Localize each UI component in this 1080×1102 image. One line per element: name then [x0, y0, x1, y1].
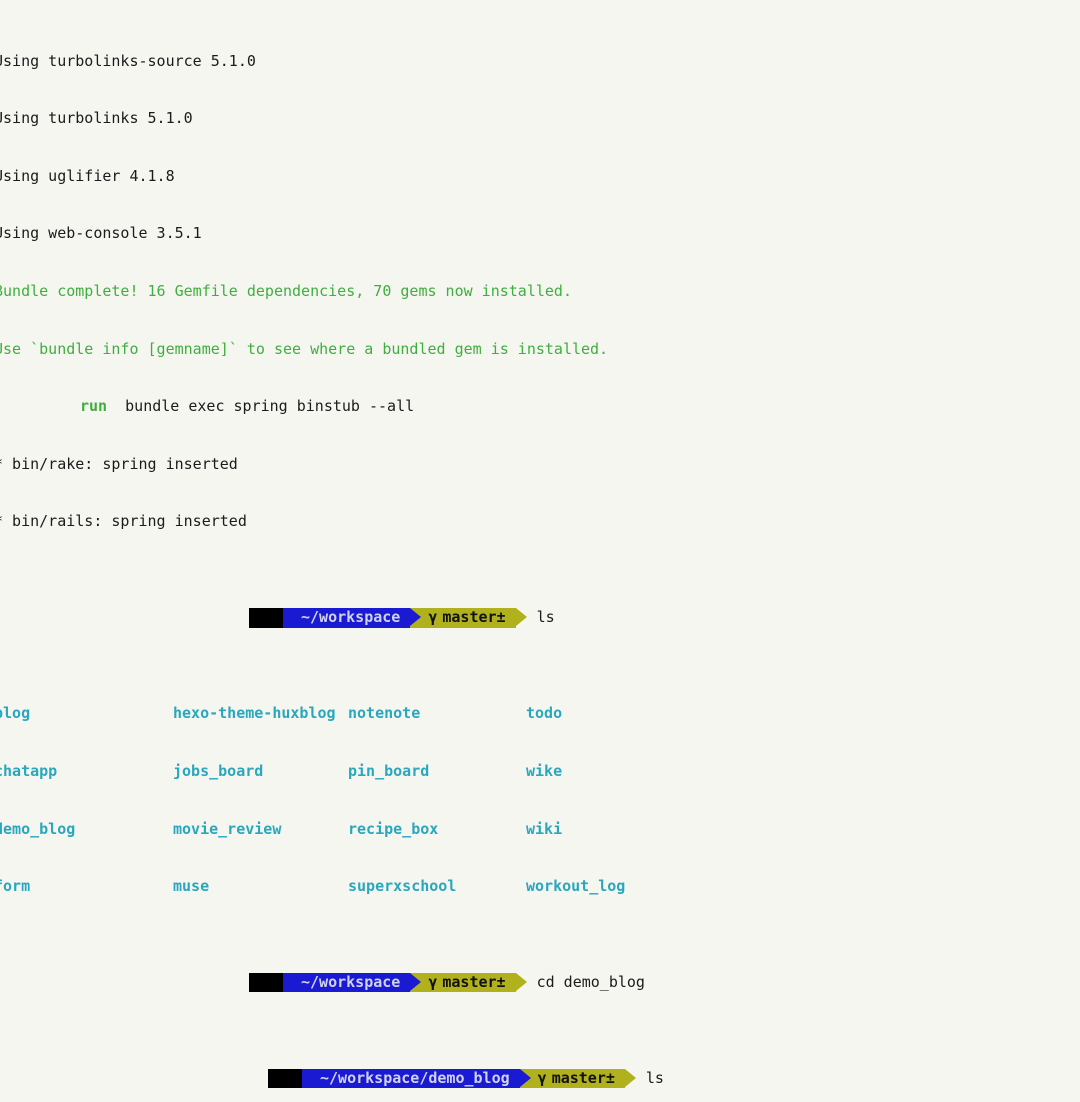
- prompt-path-segment: ~/workspace: [283, 973, 422, 993]
- prompt-git-branch: master±: [442, 608, 506, 627]
- dir-entry[interactable]: muse: [173, 877, 348, 896]
- ls-row: demo_blog movie_review recipe_box wiki: [0, 820, 1080, 839]
- dir-entry[interactable]: todo: [526, 704, 706, 723]
- dir-entry[interactable]: hexo-theme-huxblog: [173, 704, 348, 723]
- prompt-git-branch: master±: [551, 1069, 615, 1088]
- prompt-left-gap: [0, 608, 249, 627]
- prompt-line-3[interactable]: ~/workspace/demo_blog γ master± ls: [0, 1069, 1080, 1089]
- output-line-uglifier: Using uglifier 4.1.8: [0, 166, 175, 185]
- prompt-left-gap: [0, 973, 249, 992]
- prompt-line-1[interactable]: ~/workspace γ master± ls: [0, 608, 1080, 628]
- prompt-path-segment: ~/workspace/demo_blog: [302, 1069, 531, 1089]
- git-branch-icon: γ: [428, 608, 438, 627]
- dir-entry[interactable]: wike: [526, 762, 706, 781]
- output-line-turbolinks-source: Using turbolinks-source 5.1.0: [0, 51, 256, 70]
- output-line-bundle-info: Use `bundle info [gemname]` to see where…: [0, 339, 609, 358]
- dir-entry[interactable]: blog: [0, 704, 173, 723]
- output-line-bundle-complete: Bundle complete! 16 Gemfile dependencies…: [0, 281, 572, 300]
- dir-entry[interactable]: form: [0, 877, 173, 896]
- output-line-bin-rake: * bin/rake: spring inserted: [0, 454, 238, 473]
- dir-entry[interactable]: chatapp: [0, 762, 173, 781]
- output-line-run-binstub: run bundle exec spring binstub --all: [0, 397, 1080, 416]
- prompt-git-segment: γ master±: [519, 1069, 637, 1089]
- prompt-git-segment: γ master±: [410, 973, 527, 993]
- dir-entry[interactable]: jobs_board: [173, 762, 348, 781]
- prompt-status-segment: [249, 973, 294, 993]
- output-line-turbolinks: Using turbolinks 5.1.0: [0, 109, 193, 128]
- prompt-left-gap: [0, 1069, 268, 1088]
- git-branch-icon: γ: [428, 973, 438, 992]
- dir-entry[interactable]: movie_review: [173, 820, 348, 839]
- run-command-text: bundle exec spring binstub --all: [125, 397, 415, 416]
- prompt-status-segment: [249, 608, 294, 628]
- run-command: [107, 397, 125, 415]
- ls-row: blog hexo-theme-huxblog notenote todo: [0, 704, 1080, 723]
- output-line-bin-rails: * bin/rails: spring inserted: [0, 512, 247, 531]
- run-label: run: [80, 397, 108, 416]
- prompt-line-2[interactable]: ~/workspace γ master± cd demo_blog: [0, 973, 1080, 993]
- output-line-web-console: Using web-console 3.5.1: [0, 224, 202, 243]
- ls-row: chatapp jobs_board pin_board wike: [0, 762, 1080, 781]
- dir-entry[interactable]: pin_board: [348, 762, 526, 781]
- git-branch-icon: γ: [537, 1069, 547, 1088]
- dir-entry[interactable]: workout_log: [526, 877, 706, 896]
- ls-row: form muse superxschool workout_log: [0, 877, 1080, 896]
- prompt-status-segment: [268, 1069, 313, 1089]
- prompt-command[interactable]: cd demo_blog: [516, 973, 645, 992]
- dir-entry[interactable]: demo_blog: [0, 820, 173, 839]
- prompt-path-segment: ~/workspace: [283, 608, 422, 628]
- terminal-output[interactable]: Using turbolinks-source 5.1.0 Using turb…: [0, 0, 1080, 1102]
- dir-entry[interactable]: wiki: [526, 820, 706, 839]
- dir-entry[interactable]: recipe_box: [348, 820, 526, 839]
- prompt-git-branch: master±: [442, 973, 506, 992]
- prompt-git-segment: γ master±: [410, 608, 527, 628]
- dir-entry[interactable]: superxschool: [348, 877, 526, 896]
- dir-entry[interactable]: notenote: [348, 704, 526, 723]
